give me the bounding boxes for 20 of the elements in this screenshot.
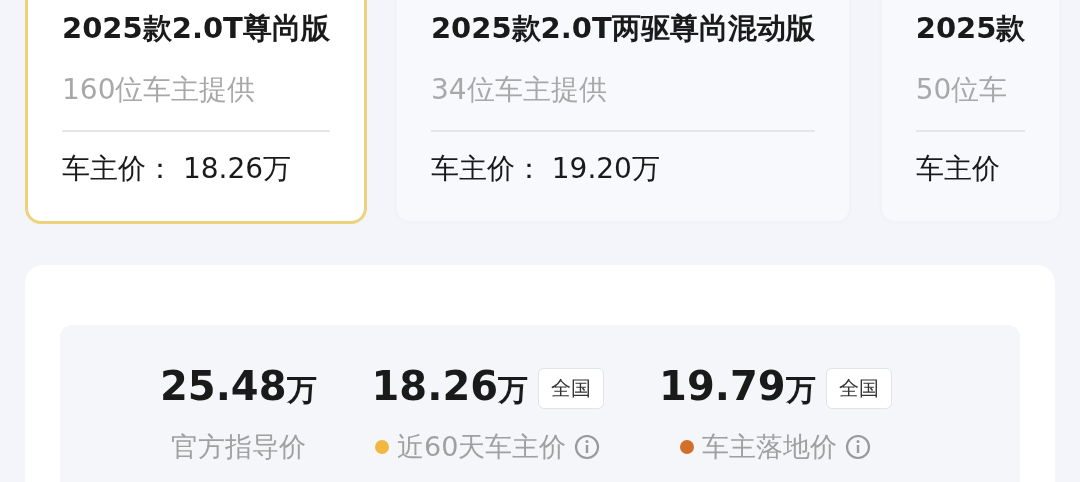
price-label: 官方指导价 (170, 430, 306, 464)
owner-count: 160位车主提供 (62, 72, 257, 108)
price-value: 25.48万 (160, 362, 317, 411)
model-title: 2025款2.0T尊尚版 (62, 10, 330, 46)
model-title: 2025款2.0T两驱尊尚混动版 (430, 10, 815, 46)
owner-count: 50位车 (915, 72, 1009, 108)
info-icon[interactable] (574, 434, 601, 460)
model-title: 2025款 (915, 10, 1026, 46)
price-value: 18.26万 (371, 362, 529, 411)
model-card[interactable]: 2025款2.0T尊尚版 160位车主提供 车主价： 18.26万 (25, 0, 367, 224)
owner-price: 车主价： 18.26万 (62, 151, 293, 187)
owner-price: 车主价 (915, 151, 1001, 187)
price-value: 19.79万 (659, 362, 816, 411)
region-tag[interactable]: 全国 (538, 367, 605, 409)
price-label: 车主落地价 (701, 430, 837, 464)
info-icon[interactable] (844, 434, 871, 460)
price-label: 近60天车主价 (397, 430, 567, 464)
owner-price: 车主价： 19.20万 (430, 151, 661, 187)
region-tag[interactable]: 全国 (825, 367, 892, 409)
owner-count: 34位车主提供 (430, 72, 608, 108)
